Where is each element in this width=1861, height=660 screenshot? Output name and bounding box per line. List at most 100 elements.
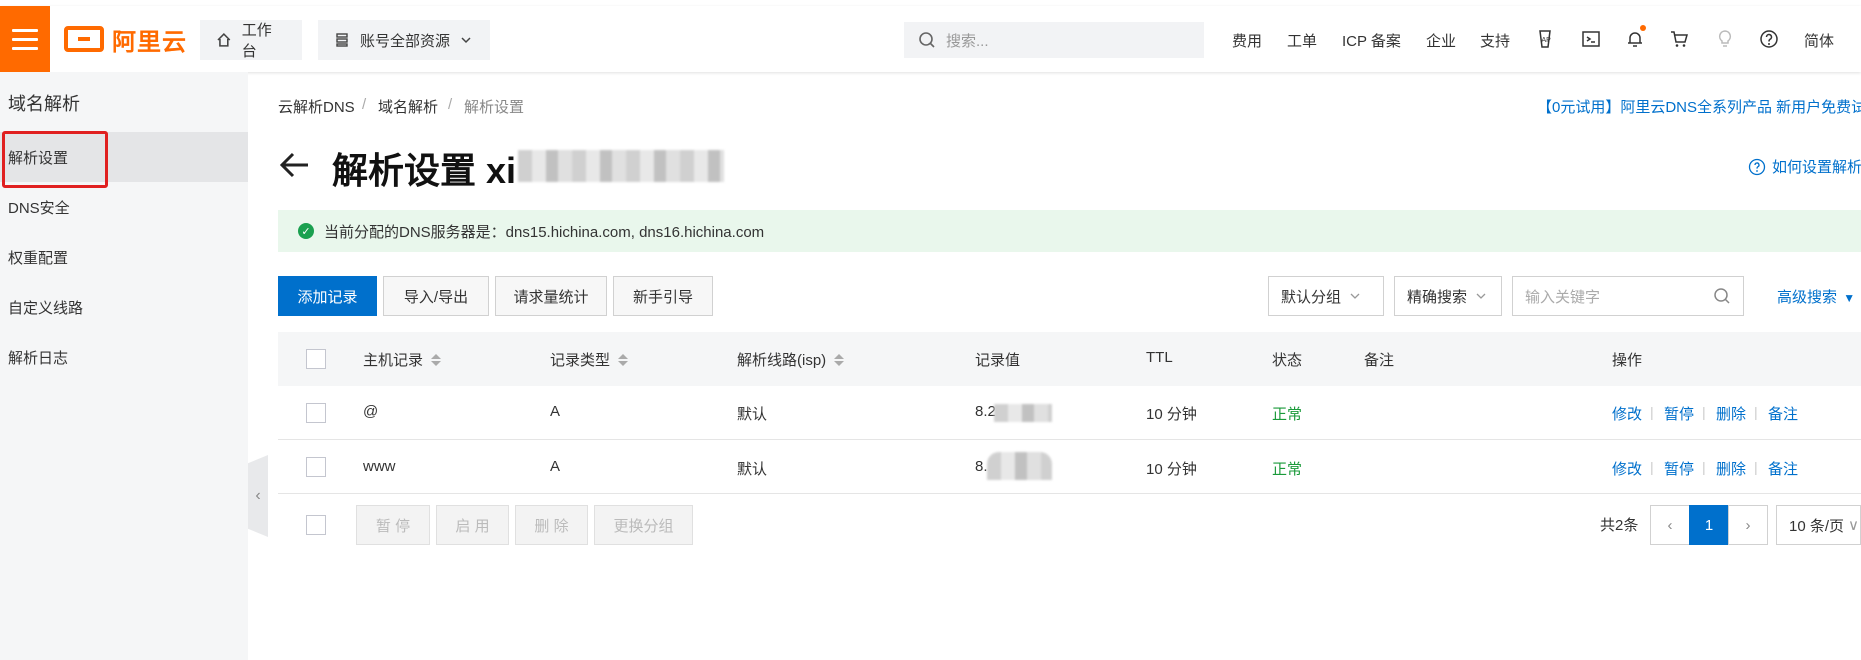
- sidebar-item-weight-config[interactable]: 权重配置: [0, 232, 248, 282]
- sidebar-item-label: 权重配置: [8, 249, 69, 267]
- search-mode-select[interactable]: 精确搜索: [1394, 276, 1502, 316]
- sort-icon[interactable]: [834, 353, 845, 366]
- chevron-down-icon: [1350, 293, 1360, 299]
- account-resources-dropdown[interactable]: 账号全部资源: [318, 20, 490, 60]
- app-icon[interactable]: AP: [1534, 28, 1556, 50]
- select-all-checkbox[interactable]: [306, 349, 326, 369]
- notification-dot: [1640, 25, 1646, 31]
- advanced-search-link[interactable]: 高级搜索 ▼: [1777, 286, 1855, 307]
- nav-enterprise[interactable]: 企业: [1426, 30, 1456, 51]
- batch-enable-button[interactable]: 启 用: [436, 505, 509, 545]
- row-delete-link[interactable]: 删除: [1716, 458, 1746, 479]
- search-mode-value: 精确搜索: [1407, 288, 1468, 306]
- row-edit-link[interactable]: 修改: [1612, 403, 1642, 424]
- row-note-link[interactable]: 备注: [1768, 458, 1798, 479]
- action-separator: |: [1650, 459, 1654, 475]
- chevron-right-icon: ›: [1745, 516, 1751, 534]
- cell-ttl: 10 分钟: [1146, 406, 1197, 423]
- page-title: 解析设置 xi: [332, 150, 517, 191]
- chevron-down-icon: ∨: [1848, 517, 1860, 534]
- current-page-number: 1: [1704, 516, 1714, 534]
- column-header-note: 备注: [1364, 349, 1394, 370]
- row-checkbox[interactable]: [306, 403, 326, 423]
- row-delete-link[interactable]: 删除: [1716, 403, 1746, 424]
- page-size-select[interactable]: 10 条/页 ∨: [1776, 505, 1861, 545]
- column-header-actions: 操作: [1612, 349, 1642, 370]
- row-note-link[interactable]: 备注: [1768, 403, 1798, 424]
- cell-line: 默认: [737, 461, 768, 478]
- terminal-icon[interactable]: [1580, 28, 1602, 50]
- promo-link[interactable]: 【0元试用】阿里云DNS全系列产品 新用户免费试: [1537, 96, 1861, 117]
- cell-host: @: [363, 403, 379, 420]
- column-header-host[interactable]: 主机记录: [363, 349, 442, 370]
- guide-button[interactable]: 新手引导: [613, 276, 713, 316]
- column-header-ttl: TTL: [1146, 349, 1173, 366]
- import-export-button[interactable]: 导入/导出: [383, 276, 489, 316]
- account-resources-label: 账号全部资源: [360, 32, 451, 50]
- highlight-box: [2, 131, 108, 188]
- request-stats-button[interactable]: 请求量统计: [495, 276, 607, 316]
- workbench-button[interactable]: 工作台: [200, 20, 302, 60]
- global-search-input[interactable]: 搜索...: [904, 22, 1204, 58]
- prev-page-button[interactable]: ‹: [1650, 505, 1690, 545]
- row-edit-link[interactable]: 修改: [1612, 458, 1642, 479]
- batch-change-group-button[interactable]: 更换分组: [594, 505, 693, 545]
- aliyun-logo[interactable]: 阿里云: [64, 26, 187, 56]
- help-link[interactable]: 如何设置解析: [1748, 156, 1861, 177]
- sort-icon[interactable]: [431, 353, 442, 366]
- next-page-button[interactable]: ›: [1728, 505, 1768, 545]
- lightbulb-icon[interactable]: [1714, 28, 1736, 50]
- hamburger-menu-icon[interactable]: [0, 6, 50, 72]
- redacted-ip: [987, 452, 1052, 480]
- group-select[interactable]: 默认分组: [1268, 276, 1384, 316]
- cell-line: 默认: [737, 406, 768, 423]
- breadcrumb-item-domain-resolve[interactable]: 域名解析: [378, 96, 438, 117]
- chevron-down-icon: [461, 37, 471, 44]
- action-separator: |: [1702, 404, 1706, 420]
- row-checkbox[interactable]: [306, 457, 326, 477]
- sort-icon[interactable]: [618, 353, 629, 366]
- row-pause-link[interactable]: 暂停: [1664, 458, 1694, 479]
- batch-pause-button[interactable]: 暂 停: [356, 505, 430, 545]
- nav-support[interactable]: 支持: [1480, 30, 1510, 51]
- column-header-type[interactable]: 记录类型: [550, 349, 629, 370]
- column-header-line[interactable]: 解析线路(isp): [737, 349, 845, 370]
- global-search-placeholder: 搜索...: [946, 32, 989, 50]
- help-circle-icon[interactable]: [1758, 28, 1780, 50]
- svg-text:AP: AP: [1542, 37, 1552, 44]
- top-navbar: 阿里云 工作台 账号全部资源 搜索... 费用 工单 ICP 备案 企业 支持 …: [0, 6, 1861, 72]
- row-pause-link[interactable]: 暂停: [1664, 403, 1694, 424]
- import-export-label: 导入/导出: [403, 288, 469, 306]
- nav-tickets[interactable]: 工单: [1287, 30, 1317, 51]
- sidebar-item-custom-line[interactable]: 自定义线路: [0, 282, 248, 332]
- sidebar-item-dns-security[interactable]: DNS安全: [0, 182, 248, 232]
- search-icon[interactable]: [1713, 287, 1731, 305]
- caret-down-icon: ▼: [1843, 291, 1856, 305]
- column-header-status: 状态: [1272, 349, 1302, 370]
- batch-delete-label: 删 除: [534, 517, 569, 535]
- nav-fees[interactable]: 费用: [1232, 30, 1262, 51]
- language-switch[interactable]: 简体: [1804, 30, 1834, 51]
- chevron-down-icon: [1476, 293, 1486, 299]
- keyword-search-input[interactable]: 输入关键字: [1512, 276, 1744, 316]
- action-separator: |: [1650, 404, 1654, 420]
- sidebar-collapse-handle[interactable]: ‹: [248, 455, 268, 537]
- pagination-total: 共2条: [1600, 517, 1639, 534]
- bell-icon[interactable]: [1624, 25, 1646, 50]
- nav-icp[interactable]: ICP 备案: [1342, 30, 1401, 51]
- keyword-placeholder: 输入关键字: [1525, 288, 1601, 306]
- cart-icon[interactable]: [1668, 28, 1690, 50]
- add-record-button[interactable]: 添加记录: [278, 276, 377, 316]
- batch-select-checkbox[interactable]: [306, 515, 326, 535]
- batch-delete-button[interactable]: 删 除: [515, 505, 588, 545]
- column-header-label: 记录类型: [550, 352, 611, 369]
- stack-icon: [336, 33, 348, 47]
- breadcrumb-item-cloud-dns[interactable]: 云解析DNS: [278, 96, 355, 117]
- sidebar-item-label: 自定义线路: [8, 299, 84, 317]
- sidebar-item-resolve-log[interactable]: 解析日志: [0, 332, 248, 382]
- cell-ttl: 10 分钟: [1146, 461, 1197, 478]
- back-arrow-icon[interactable]: [278, 148, 312, 182]
- group-select-value: 默认分组: [1281, 288, 1342, 306]
- page-1-button[interactable]: 1: [1689, 505, 1729, 545]
- check-circle-icon: ✓: [298, 223, 314, 239]
